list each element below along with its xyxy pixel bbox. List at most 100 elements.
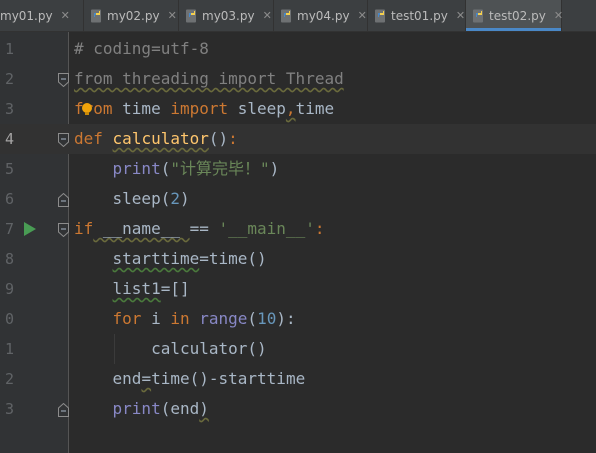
code-line[interactable]: 3 print(end) [0, 394, 596, 424]
code-token: calculator() [74, 339, 267, 358]
code-token: 10 [257, 309, 277, 328]
code-token: end [74, 369, 142, 388]
code-token: list1 [112, 279, 161, 298]
code-token: print [74, 159, 161, 178]
close-icon[interactable]: ✕ [358, 9, 367, 22]
code-text[interactable]: calculator() [74, 334, 267, 364]
code-line[interactable]: 7 if __name__ == '__main__': [0, 214, 596, 244]
tab-my01-py[interactable]: my01.py ✕ [0, 0, 84, 31]
indent-guide [114, 334, 115, 364]
tab-test01-py[interactable]: test01.py ✕ [368, 0, 466, 31]
code-text[interactable]: print("计算完毕！") [74, 154, 280, 184]
code-text[interactable]: # coding=utf-8 [74, 34, 209, 64]
line-number: 1 [4, 40, 14, 58]
code-token: =time() [199, 249, 267, 268]
code-line[interactable]: 2 end=time()-starttime [0, 364, 596, 394]
code-line[interactable]: 8 starttime=time() [0, 244, 596, 274]
code-token: print [112, 399, 161, 418]
fold-marker-icon[interactable] [58, 222, 69, 238]
python-file-icon [90, 9, 104, 23]
code-token: ) [269, 159, 280, 178]
code-line[interactable]: 4 def calculator(): [0, 124, 596, 154]
line-number: 2 [4, 370, 14, 388]
code-text[interactable]: for i in range(10): [74, 304, 296, 334]
fold-marker-icon[interactable] [58, 132, 69, 148]
code-text[interactable]: end=time()-starttime [74, 364, 306, 394]
python-file-icon [472, 9, 486, 23]
bulb-icon[interactable] [82, 103, 92, 115]
line-number: 6 [4, 190, 14, 208]
python-file-icon [280, 9, 294, 23]
tab-label: my04.py [297, 8, 350, 23]
code-line[interactable]: 1 calculator() [0, 334, 596, 364]
tab-label: test02.py [489, 8, 546, 23]
code-text[interactable]: def calculator(): [74, 124, 238, 154]
tab-label: my01.py [0, 8, 53, 23]
code-line[interactable]: 2 from threading import Thread [0, 64, 596, 94]
close-icon[interactable]: ✕ [61, 9, 70, 22]
code-text[interactable]: list1=[] [74, 274, 190, 304]
code-token: 2 [170, 189, 180, 208]
code-token: ( [160, 159, 171, 178]
fold-marker-icon[interactable] [58, 72, 69, 88]
code-token: __name__ [93, 219, 190, 238]
editor-tab-bar: my01.py ✕ my02.py ✕ my03.py ✕ my04.py ✕ test01.p… [0, 0, 596, 32]
fold-marker-icon[interactable] [58, 402, 69, 417]
line-number: 0 [4, 310, 14, 328]
code-token: =[] [160, 279, 190, 298]
tab-test02-py[interactable]: test02.py ✕ [466, 0, 563, 31]
fold-marker-icon[interactable] [58, 192, 69, 207]
tab-label: my02.py [107, 8, 160, 23]
code-token: "计算完毕！" [170, 159, 270, 178]
code-token: () [208, 129, 229, 148]
code-token: time [295, 99, 335, 118]
code-text[interactable]: starttime=time() [74, 244, 267, 274]
close-icon[interactable]: ✕ [263, 9, 272, 22]
code-token: == [189, 219, 219, 238]
code-text[interactable]: if __name__ == '__main__': [74, 214, 324, 244]
tab-my03-py[interactable]: my03.py ✕ [179, 0, 274, 31]
code-line[interactable]: 9 list1=[] [0, 274, 596, 304]
code-line[interactable]: 6 sleep(2) [0, 184, 596, 214]
code-token: (end [160, 399, 200, 418]
code-token: = [141, 369, 152, 388]
code-text[interactable]: sleep(2) [74, 184, 190, 214]
code-token: '__main__' [218, 219, 315, 238]
code-token: i [141, 309, 171, 328]
line-number: 5 [4, 160, 14, 178]
code-token: from threading import Thread [74, 69, 344, 88]
line-number: 3 [4, 100, 14, 118]
code-token: if [74, 219, 94, 238]
tab-my04-py[interactable]: my04.py ✕ [274, 0, 368, 31]
code-text[interactable]: from time import sleep,time [74, 94, 334, 124]
line-number: 1 [4, 340, 14, 358]
line-number: 3 [4, 400, 14, 418]
code-token: ): [276, 309, 296, 328]
code-line[interactable]: 3 from time import sleep,time [0, 94, 596, 124]
run-icon[interactable] [24, 222, 36, 236]
code-line[interactable]: 1 # coding=utf-8 [0, 34, 596, 64]
code-editor[interactable]: 1 # coding=utf-8 2 from threading import Th… [0, 32, 596, 453]
code-token: ) [179, 189, 190, 208]
code-line[interactable]: 5 print("计算完毕！") [0, 154, 596, 184]
code-line[interactable]: 0 for i in range(10): [0, 304, 596, 334]
tab-my02-py[interactable]: my02.py ✕ [84, 0, 179, 31]
code-token: def [74, 129, 103, 148]
code-token: in [170, 309, 190, 328]
close-icon[interactable]: ✕ [554, 9, 563, 22]
code-text[interactable]: print(end) [74, 394, 209, 424]
code-token: sleep( [74, 189, 171, 208]
code-token: for [112, 309, 142, 328]
tab-label: test01.py [391, 8, 448, 23]
code-text[interactable]: from threading import Thread [74, 64, 344, 94]
code-token: range [199, 309, 248, 328]
close-icon[interactable]: ✕ [456, 9, 465, 22]
close-icon[interactable]: ✕ [168, 9, 177, 22]
code-token: # coding=utf-8 [74, 39, 209, 58]
code-token: , [285, 99, 296, 118]
code-token: time [112, 99, 171, 118]
